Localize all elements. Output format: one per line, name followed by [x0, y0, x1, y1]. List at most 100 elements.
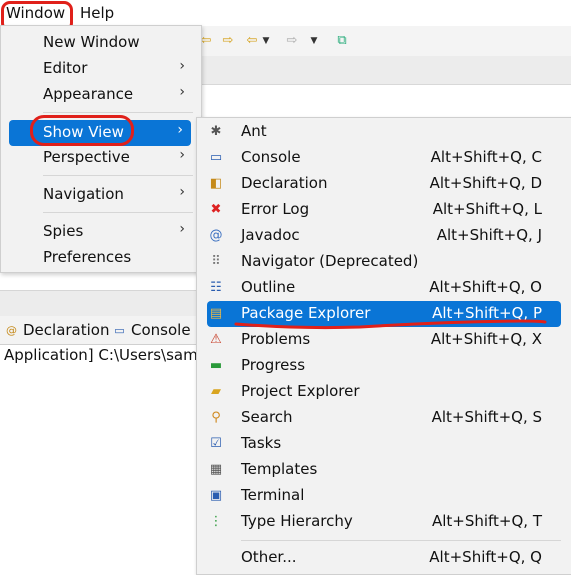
view-item-project-explorer[interactable]: ▰ Project Explorer — [197, 379, 571, 405]
view-item-type-hierarchy[interactable]: ⋮ Type Hierarchy Alt+Shift+Q, T — [197, 509, 571, 535]
menu-item-label: Preferences — [43, 248, 132, 266]
console-tab-icon: ▭ — [114, 323, 125, 337]
view-item-shortcut: Alt+Shift+Q, P — [432, 304, 542, 322]
view-item-label: Templates — [241, 460, 318, 478]
menu-item-label: Appearance — [43, 85, 134, 103]
toolbar: ⇦ ⇨ ⇦ ▼ ⇨ ▼ ⧉ — [195, 26, 571, 56]
outline-icon: ☷ — [210, 280, 222, 295]
next-annotation-icon[interactable]: ⇨ — [221, 34, 235, 48]
tasks-icon: ☑ — [210, 436, 222, 451]
tab-console[interactable]: ▭ Console — [112, 321, 191, 339]
window-menu: New Window Editor › Appearance › Show Vi… — [0, 25, 202, 273]
view-item-label: Type Hierarchy — [241, 512, 353, 530]
menu-item-label: Editor — [43, 59, 88, 77]
view-item-label: Ant — [241, 122, 267, 140]
view-item-label: Search — [241, 408, 293, 426]
console-output-line: Application] C:\Users\sams — [4, 346, 196, 364]
menu-item-preferences[interactable]: Preferences — [1, 245, 201, 271]
menu-separator — [241, 540, 561, 541]
view-item-label: Navigator (Deprecated) — [241, 252, 419, 270]
view-item-tasks[interactable]: ☑ Tasks — [197, 431, 571, 457]
menu-separator — [43, 175, 193, 176]
chevron-right-icon: › — [179, 84, 185, 100]
menu-item-appearance[interactable]: Appearance › — [1, 82, 201, 108]
menu-item-label: New Window — [43, 33, 140, 51]
chevron-right-icon: › — [179, 147, 185, 163]
view-item-shortcut: Alt+Shift+Q, D — [429, 174, 542, 192]
menu-item-label: Spies — [43, 222, 84, 240]
view-item-shortcut: Alt+Shift+Q, T — [431, 512, 542, 530]
menu-item-spies[interactable]: Spies › — [1, 219, 201, 245]
view-item-shortcut: Alt+Shift+Q, Q — [429, 548, 542, 566]
menu-item-label: Navigation — [43, 185, 124, 203]
view-item-other[interactable]: Other... Alt+Shift+Q, Q — [197, 545, 571, 571]
view-item-label: Error Log — [241, 200, 310, 218]
view-item-package-explorer[interactable]: ▤ Package Explorer Alt+Shift+Q, P — [207, 301, 561, 327]
view-item-search[interactable]: ⚲ Search Alt+Shift+Q, S — [197, 405, 571, 431]
show-view-submenu: ✱ Ant ▭ Console Alt+Shift+Q, C ◧ Declara… — [196, 117, 571, 575]
view-item-shortcut: Alt+Shift+Q, O — [429, 278, 542, 296]
forward-icon[interactable]: ⇨ — [285, 34, 299, 48]
tab-console-label: Console — [131, 321, 191, 339]
tab-declaration[interactable]: @ Declaration — [4, 321, 109, 339]
menu-item-navigation[interactable]: Navigation › — [1, 182, 201, 208]
chevron-right-icon: › — [177, 122, 183, 138]
error-log-icon: ✖ — [210, 202, 222, 217]
project-explorer-icon: ▰ — [211, 384, 221, 399]
view-item-shortcut: Alt+Shift+Q, L — [432, 200, 542, 218]
view-item-javadoc[interactable]: @ Javadoc Alt+Shift+Q, J — [197, 223, 571, 249]
view-item-label: Problems — [241, 330, 311, 348]
menu-bar: Window Help — [0, 0, 571, 26]
view-item-label: Package Explorer — [241, 304, 371, 322]
search-icon: ⚲ — [211, 410, 221, 425]
menu-help[interactable]: Help — [80, 4, 114, 22]
menu-separator — [43, 112, 193, 113]
back-icon[interactable]: ⇦ — [245, 34, 259, 48]
view-item-declaration[interactable]: ◧ Declaration Alt+Shift+Q, D — [197, 171, 571, 197]
javadoc-icon: @ — [209, 228, 223, 243]
problems-icon: ⚠ — [210, 332, 222, 347]
tab-declaration-label: Declaration — [23, 321, 110, 339]
chevron-right-icon: › — [179, 184, 185, 200]
view-item-shortcut: Alt+Shift+Q, X — [430, 330, 542, 348]
view-item-error-log[interactable]: ✖ Error Log Alt+Shift+Q, L — [197, 197, 571, 223]
view-item-templates[interactable]: ▦ Templates — [197, 457, 571, 483]
bottom-tab-row: @ Declaration ▭ Console — [0, 316, 200, 345]
view-item-shortcut: Alt+Shift+Q, J — [436, 226, 542, 244]
ant-icon: ✱ — [210, 124, 222, 139]
declaration-icon: ◧ — [209, 176, 223, 191]
view-item-terminal[interactable]: ▣ Terminal — [197, 483, 571, 509]
view-item-problems[interactable]: ⚠ Problems Alt+Shift+Q, X — [197, 327, 571, 353]
view-item-label: Terminal — [241, 486, 305, 504]
view-item-label: Declaration — [241, 174, 328, 192]
chevron-right-icon: › — [179, 58, 185, 74]
view-item-outline[interactable]: ☷ Outline Alt+Shift+Q, O — [197, 275, 571, 301]
back-dropdown-icon[interactable]: ▼ — [259, 34, 273, 48]
view-item-shortcut: Alt+Shift+Q, C — [430, 148, 542, 166]
package-explorer-icon: ▤ — [209, 306, 223, 321]
view-item-shortcut: Alt+Shift+Q, S — [431, 408, 542, 426]
view-item-label: Javadoc — [241, 226, 300, 244]
view-item-label: Tasks — [241, 434, 282, 452]
view-item-progress[interactable]: ▬ Progress — [197, 353, 571, 379]
view-item-label: Progress — [241, 356, 306, 374]
terminal-icon: ▣ — [209, 488, 223, 503]
templates-icon: ▦ — [209, 462, 223, 477]
annotation-circle-show-view — [30, 115, 134, 146]
editor-tab-bar — [195, 56, 571, 85]
menu-item-perspective[interactable]: Perspective › — [1, 145, 201, 171]
view-item-ant[interactable]: ✱ Ant — [197, 119, 571, 145]
declaration-tab-icon: @ — [6, 323, 17, 337]
forward-dropdown-icon[interactable]: ▼ — [307, 34, 321, 48]
view-item-console[interactable]: ▭ Console Alt+Shift+Q, C — [197, 145, 571, 171]
menu-item-editor[interactable]: Editor › — [1, 56, 201, 82]
pin-editor-icon[interactable]: ⧉ — [335, 34, 349, 48]
console-icon: ▭ — [209, 150, 223, 165]
chevron-right-icon: › — [179, 221, 185, 237]
view-item-navigator[interactable]: ⠿ Navigator (Deprecated) — [197, 249, 571, 275]
type-hierarchy-icon: ⋮ — [209, 514, 223, 529]
progress-icon: ▬ — [209, 358, 223, 373]
menu-item-new-window[interactable]: New Window — [1, 30, 201, 56]
panel-divider — [0, 290, 200, 317]
view-item-label: Other... — [241, 548, 297, 566]
